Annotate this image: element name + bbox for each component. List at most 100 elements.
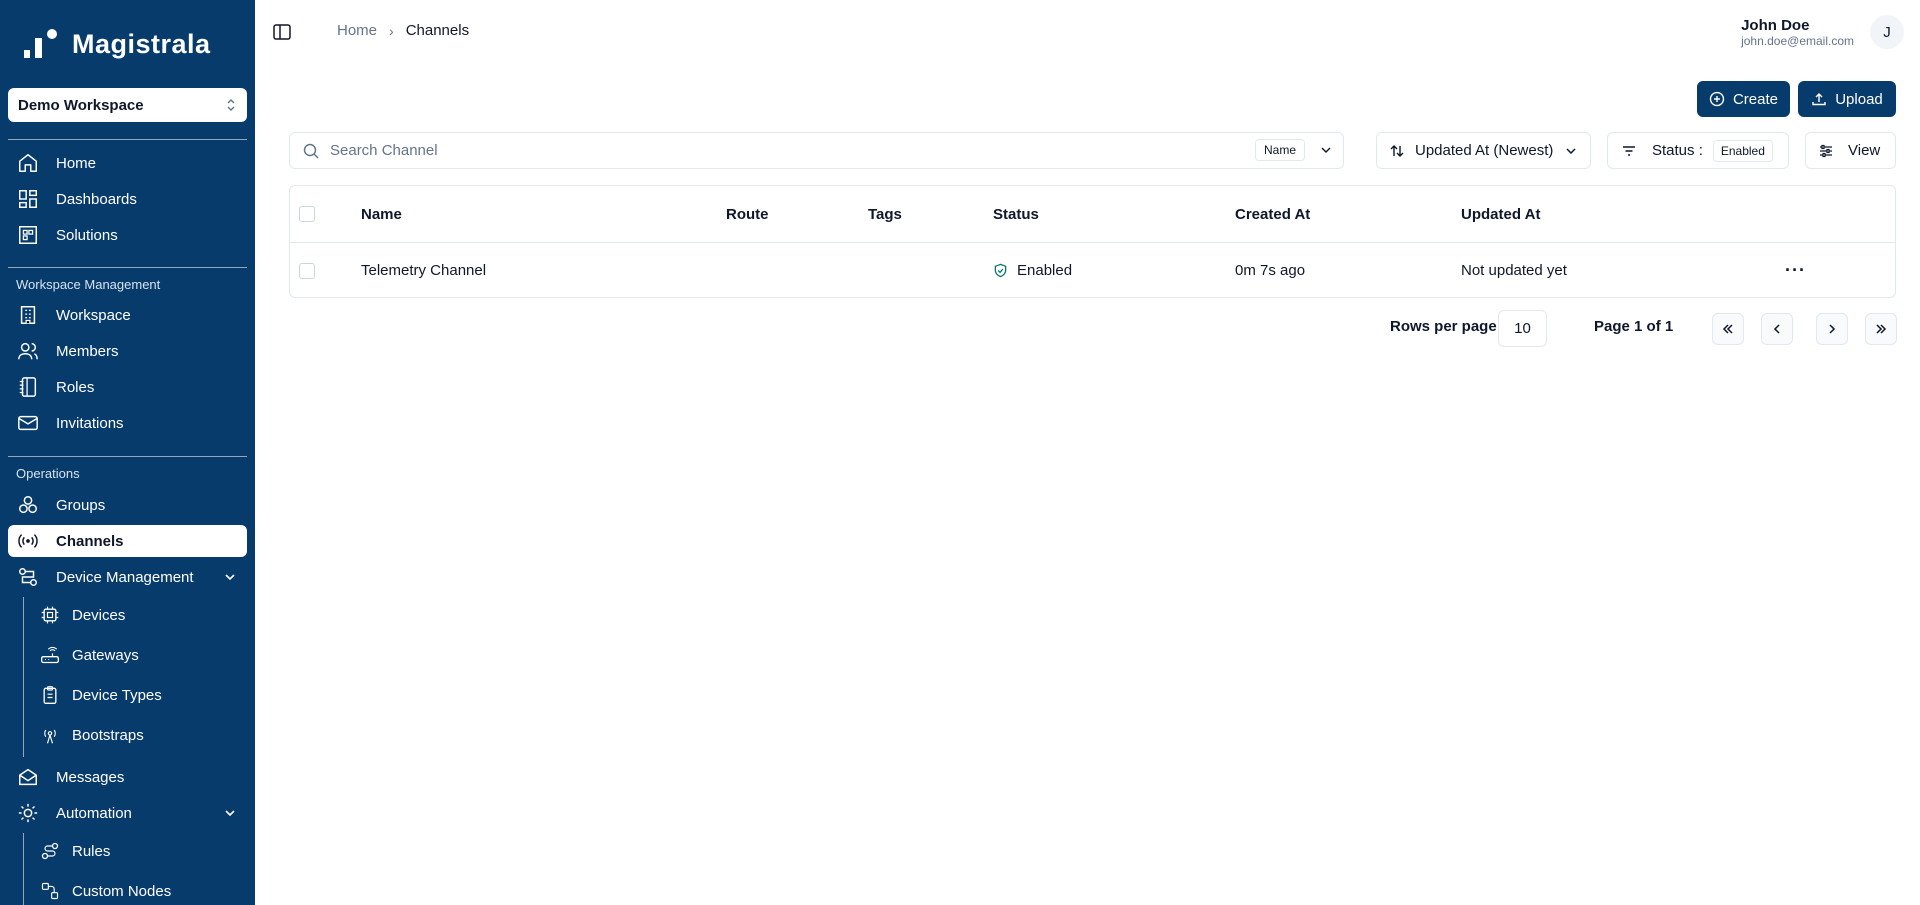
sidebar-subitem-gateways[interactable]: Gateways: [36, 639, 247, 671]
create-button[interactable]: Create: [1697, 81, 1790, 117]
sidebar: Magistrala Demo Workspace Home Dashboard…: [0, 0, 255, 905]
chevron-left-icon: [1773, 324, 1780, 334]
upload-button-label: Upload: [1835, 90, 1883, 108]
column-header-status[interactable]: Status: [993, 186, 1039, 242]
submenu-line: [23, 597, 24, 757]
app-logo[interactable]: Magistrala: [22, 28, 211, 60]
cog-icon: [16, 801, 40, 825]
row-checkbox[interactable]: [299, 262, 315, 279]
search-field-select[interactable]: Name: [1254, 139, 1333, 161]
sidebar-item-roles[interactable]: Roles: [8, 371, 247, 403]
breadcrumb-home-link[interactable]: Home: [337, 22, 377, 39]
avatar[interactable]: J: [1870, 15, 1904, 49]
sidebar-item-label: Members: [56, 342, 119, 360]
breadcrumb: Home › Channels: [337, 22, 469, 39]
sidebar-subitem-device-types[interactable]: Device Types: [36, 679, 247, 711]
chevrons-right-icon: [1876, 324, 1887, 334]
column-header-route[interactable]: Route: [726, 186, 769, 242]
sidebar-item-label: Invitations: [56, 414, 124, 432]
sidebar-item-members[interactable]: Members: [8, 335, 247, 367]
chevron-down-icon: [1566, 147, 1576, 154]
chevrons-left-icon: [1722, 324, 1733, 334]
view-button-label: View: [1848, 142, 1881, 159]
last-page-button[interactable]: [1865, 313, 1897, 345]
groups-icon: [16, 493, 40, 517]
sidebar-subitem-label: Gateways: [72, 646, 139, 664]
sidebar-item-groups[interactable]: Groups: [8, 489, 247, 521]
sort-button[interactable]: Updated At (Newest): [1376, 132, 1591, 169]
sidebar-item-automation[interactable]: Automation: [8, 797, 247, 829]
upload-icon: [1812, 93, 1826, 106]
route-icon: [40, 841, 60, 861]
cell-name[interactable]: Telemetry Channel: [361, 243, 486, 298]
table-row[interactable]: Telemetry Channel Enabled 0m 7s ago Not …: [290, 243, 1895, 298]
status-badge: Enabled: [1017, 262, 1073, 279]
page-info: Page 1 of 1: [1594, 318, 1674, 335]
previous-page-button[interactable]: [1761, 313, 1793, 345]
solutions-icon: [16, 223, 40, 247]
chevron-down-icon: [225, 810, 235, 817]
sidebar-item-label: Groups: [56, 496, 106, 514]
cpu-icon: [40, 605, 60, 625]
sidebar-item-device-management[interactable]: Device Management: [8, 561, 247, 593]
status-filter-button[interactable]: Status : Enabled: [1607, 132, 1789, 169]
search-bar: Name: [289, 132, 1344, 169]
antenna-icon: [40, 725, 60, 745]
workflow-icon: [16, 565, 40, 589]
chevron-right-icon: [1829, 324, 1836, 334]
section-label-operations: Operations: [16, 466, 80, 481]
column-header-created-at[interactable]: Created At: [1235, 186, 1310, 242]
users-icon: [16, 339, 40, 363]
sidebar-subitem-custom-nodes[interactable]: Custom Nodes: [36, 875, 247, 905]
first-page-button[interactable]: [1712, 313, 1744, 345]
sidebar-item-channels[interactable]: Channels: [8, 525, 247, 557]
sidebar-subitem-rules[interactable]: Rules: [36, 835, 247, 867]
shield-check-icon: [994, 263, 1007, 278]
column-header-updated-at[interactable]: Updated At: [1461, 186, 1540, 242]
section-label-workspace: Workspace Management: [16, 277, 161, 292]
row-actions-icon[interactable]: ···: [1785, 243, 1806, 298]
cell-created-at: 0m 7s ago: [1235, 262, 1306, 279]
sidebar-subitem-bootstraps[interactable]: Bootstraps: [36, 719, 247, 751]
user-info[interactable]: John Doe john.doe@email.com: [1741, 17, 1854, 49]
sidebar-item-messages[interactable]: Messages: [8, 761, 247, 793]
create-button-label: Create: [1732, 90, 1778, 108]
sidebar-item-label: Messages: [56, 768, 125, 786]
arrow-up-down-icon: [1390, 144, 1404, 157]
sidebar-item-solutions[interactable]: Solutions: [8, 219, 247, 251]
select-all-checkbox[interactable]: [299, 206, 315, 222]
sidebar-item-home[interactable]: Home: [8, 147, 247, 179]
chevron-right-icon: ›: [389, 22, 394, 39]
submenu-line: [23, 833, 24, 905]
sidebar-item-dashboards[interactable]: Dashboards: [8, 183, 247, 215]
workspace-select[interactable]: Demo Workspace: [8, 88, 247, 122]
next-page-button[interactable]: [1816, 313, 1848, 345]
chevron-down-icon: [1321, 147, 1331, 153]
select-all-cell: [299, 186, 315, 242]
search-input[interactable]: [330, 135, 1343, 166]
sidebar-item-label: Device Management: [56, 568, 194, 586]
mail-icon: [16, 411, 40, 435]
rows-per-page-select[interactable]: 10: [1498, 310, 1547, 347]
view-options-button[interactable]: View: [1805, 132, 1896, 169]
sidebar-divider: [8, 456, 247, 457]
table-header: Name Route Tags Status Created At Update…: [290, 186, 1895, 243]
cell-status: Enabled: [993, 243, 1072, 298]
user-name: John Doe: [1741, 17, 1810, 34]
sidebar-item-invitations[interactable]: Invitations: [8, 407, 247, 439]
app-name: Magistrala: [72, 28, 211, 59]
filter-icon: [1623, 145, 1635, 156]
sidebar-item-workspace[interactable]: Workspace: [8, 299, 247, 331]
sidebar-subitem-label: Rules: [72, 842, 111, 860]
search-field-value: Name: [1254, 139, 1305, 161]
search-icon: [303, 143, 319, 159]
upload-button[interactable]: Upload: [1798, 81, 1896, 117]
sliders-horizontal-icon: [1820, 144, 1832, 157]
column-header-name[interactable]: Name: [361, 186, 402, 242]
notebook-icon: [16, 375, 40, 399]
sidebar-toggle-icon[interactable]: [272, 22, 292, 42]
sidebar-subitem-devices[interactable]: Devices: [36, 599, 247, 631]
column-header-tags[interactable]: Tags: [868, 186, 902, 242]
sidebar-divider: [8, 267, 247, 268]
logo-mark-icon: [22, 28, 62, 60]
